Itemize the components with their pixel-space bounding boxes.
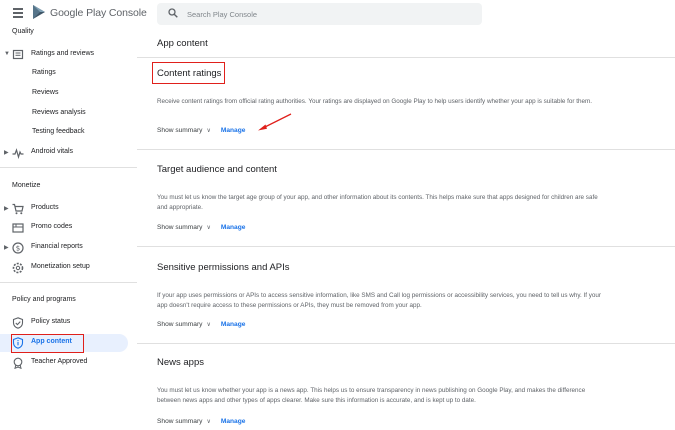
- sidebar-item-label: Ratings: [32, 69, 56, 76]
- section-actions: Show summary ∨ Manage: [157, 418, 245, 428]
- sidebar-item-label: Monetization setup: [31, 263, 90, 270]
- sidebar-item-label: Policy status: [31, 318, 71, 325]
- play-console-app: Google Play Console Quality ▼ Ratings an…: [0, 0, 675, 430]
- search-icon: [168, 8, 178, 18]
- section-description: You must let us know the target age grou…: [157, 194, 598, 211]
- sidebar-item-monetization-setup[interactable]: Monetization setup: [0, 259, 128, 277]
- caret-right-icon[interactable]: ▶: [4, 205, 9, 212]
- chevron-down-icon[interactable]: ∨: [206, 321, 210, 328]
- sidebar-item-products[interactable]: ▶ Products: [0, 200, 128, 218]
- show-summary-button[interactable]: Show summary: [157, 418, 202, 425]
- manage-button[interactable]: Manage: [221, 321, 246, 328]
- sidebar-item-teacher-approved[interactable]: Teacher Approved: [0, 354, 128, 372]
- top-bar: Google Play Console: [0, 0, 147, 28]
- shield-check-icon: [12, 317, 24, 329]
- sidebar-item-label: Financial reports: [31, 243, 83, 250]
- highlight-box: [11, 334, 84, 353]
- divider: [0, 167, 137, 168]
- caret-right-icon[interactable]: ▶: [4, 244, 9, 251]
- section-monetize: Monetize: [12, 182, 41, 189]
- page-title: App content: [157, 38, 208, 49]
- divider: [137, 246, 675, 247]
- caret-right-icon[interactable]: ▶: [4, 149, 9, 156]
- cart-icon: [12, 203, 24, 215]
- highlight-box: [152, 62, 225, 84]
- chevron-down-icon[interactable]: ∨: [206, 224, 210, 231]
- chevron-down-icon[interactable]: ∨: [206, 127, 210, 134]
- vitals-icon: [12, 148, 24, 159]
- play-console-logo-icon: [33, 5, 45, 19]
- sidebar-item-label: Teacher Approved: [31, 358, 88, 365]
- sidebar-item-label: Android vitals: [31, 148, 74, 155]
- promo-code-icon: [12, 223, 24, 233]
- section-title: Target audience and content: [157, 164, 277, 175]
- section-description: Receive content ratings from official ra…: [157, 98, 592, 105]
- section-quality: Quality: [12, 28, 34, 35]
- divider: [0, 282, 137, 283]
- brand-name: Google Play Console: [50, 7, 147, 19]
- sidebar-item-label: Promo codes: [31, 223, 73, 230]
- section-description: You must let us know whether your app is…: [157, 387, 586, 404]
- section-actions: Show summary ∨ Manage: [157, 224, 245, 234]
- search-input[interactable]: Search Play Console: [187, 10, 257, 19]
- sidebar-item-label: Reviews: [32, 89, 59, 96]
- dollar-icon: $: [12, 242, 24, 254]
- settings-icon: [12, 262, 24, 274]
- section-title: News apps: [157, 357, 204, 368]
- sidebar-item-label: Testing feedback: [32, 128, 85, 135]
- annotation-arrow: [258, 113, 292, 131]
- search-bar[interactable]: Search Play Console: [157, 3, 482, 25]
- section-actions: Show summary ∨ Manage: [157, 127, 245, 137]
- badge-icon: [13, 357, 23, 369]
- sidebar-item-android-vitals[interactable]: ▶ Android vitals: [0, 144, 128, 162]
- sidebar-item-label: Products: [31, 204, 59, 211]
- sidebar-item-reviews[interactable]: Reviews: [0, 85, 128, 103]
- divider: [137, 57, 675, 58]
- manage-button[interactable]: Manage: [221, 224, 246, 231]
- sidebar-item-testing-feedback[interactable]: Testing feedback: [0, 124, 128, 142]
- sidebar-item-financial-reports[interactable]: ▶ $ Financial reports: [0, 239, 128, 257]
- divider: [137, 149, 675, 150]
- sidebar: Google Play Console Quality ▼ Ratings an…: [0, 0, 147, 430]
- reviews-icon: [12, 49, 24, 60]
- section-actions: Show summary ∨ Manage: [157, 321, 245, 331]
- menu-icon[interactable]: [13, 8, 23, 18]
- section-description: If your app uses permissions or APIs to …: [157, 292, 602, 309]
- section-title: Sensitive permissions and APIs: [157, 262, 290, 273]
- sidebar-item-reviews-analysis[interactable]: Reviews analysis: [0, 105, 128, 123]
- caret-down-icon[interactable]: ▼: [4, 51, 10, 57]
- divider: [137, 343, 675, 344]
- svg-text:$: $: [16, 245, 20, 253]
- show-summary-button[interactable]: Show summary: [157, 321, 202, 328]
- chevron-down-icon[interactable]: ∨: [206, 418, 210, 425]
- sidebar-item-ratings-and-reviews[interactable]: ▼ Ratings and reviews: [0, 46, 128, 64]
- section-policy: Policy and programs: [12, 296, 76, 303]
- sidebar-item-ratings[interactable]: Ratings: [0, 65, 128, 83]
- manage-button[interactable]: Manage: [221, 127, 246, 134]
- show-summary-button[interactable]: Show summary: [157, 127, 202, 134]
- sidebar-item-label: Reviews analysis: [32, 109, 86, 116]
- sidebar-item-promo-codes[interactable]: Promo codes: [0, 219, 128, 237]
- sidebar-item-label: Ratings and reviews: [31, 50, 95, 57]
- show-summary-button[interactable]: Show summary: [157, 224, 202, 231]
- sidebar-item-policy-status[interactable]: Policy status: [0, 314, 128, 332]
- manage-button[interactable]: Manage: [221, 418, 246, 425]
